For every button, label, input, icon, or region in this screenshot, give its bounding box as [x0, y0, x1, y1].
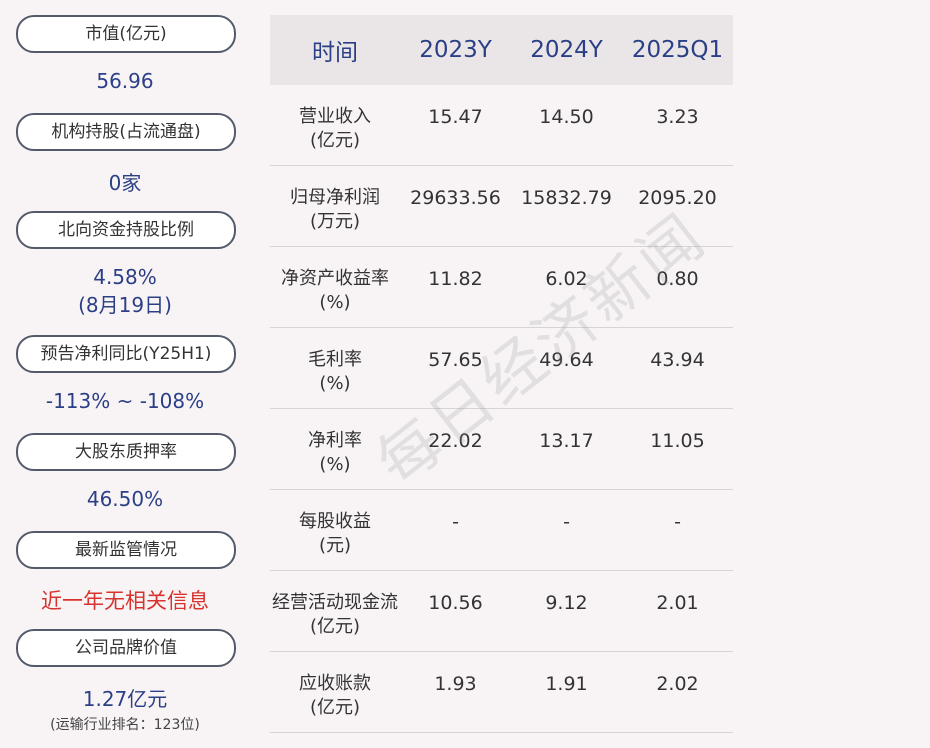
row-label-name: 每股收益 [299, 511, 371, 532]
row-label-name: 归母净利润 [290, 187, 380, 208]
row-label-name: 毛利率 [308, 349, 362, 370]
table-cell: - [674, 511, 681, 533]
row-label-name: 净资产收益率 [281, 268, 389, 289]
table-cell: 1.91 [545, 673, 588, 695]
table-cell: - [563, 511, 570, 533]
table-cell: 10.56 [428, 592, 483, 614]
brand-rank-note: (运输行业排名：123位) [50, 717, 200, 733]
table-cell: 11.05 [650, 430, 705, 452]
brand-value: 1.27亿元 (运输行业排名：123位) [0, 683, 250, 734]
row-label-unit: (万元) [309, 211, 361, 232]
regulation-label: 最新监管情况 [16, 531, 236, 569]
row-label-name: 经营活动现金流 [272, 592, 398, 613]
table-cell: 3.23 [656, 106, 699, 128]
header-2025q1: 2025Q1 [631, 37, 724, 63]
regulation-value: 近一年无相关信息 [41, 589, 209, 613]
row-label-unit: (%) [319, 454, 351, 475]
row-label: 毛利率 (%) [270, 328, 400, 396]
table-row: 应收账款 (亿元) 1.93 1.91 2.02 [270, 652, 733, 733]
table-cell: 2.01 [656, 592, 699, 614]
row-label: 经营活动现金流 (亿元) [270, 571, 400, 639]
table-cell: 43.94 [650, 349, 705, 371]
table-cell: 2.02 [656, 673, 699, 695]
row-label-unit: (亿元) [309, 616, 361, 637]
row-label-name: 应收账款 [299, 673, 371, 694]
row-label-unit: (%) [319, 292, 351, 313]
table-cell: 15832.79 [521, 187, 612, 209]
table-cell: 15.47 [428, 106, 483, 128]
table-cell: 11.82 [428, 268, 483, 290]
brand-value-amount: 1.27亿元 [82, 687, 168, 711]
row-label-unit: (亿元) [309, 697, 361, 718]
table-row: 营业收入 (亿元) 15.47 14.50 3.23 [270, 85, 733, 166]
row-label: 每股收益 (元) [270, 490, 400, 558]
market-cap-value: 56.96 [96, 69, 154, 93]
northbound-value: 4.58% (8月19日) [0, 265, 250, 318]
row-label: 净资产收益率 (%) [270, 247, 400, 315]
table-cell: 13.17 [539, 430, 594, 452]
row-label: 归母净利润 (万元) [270, 166, 400, 234]
row-label-unit: (亿元) [309, 130, 361, 151]
header-2024y: 2024Y [530, 37, 603, 63]
northbound-label: 北向资金持股比例 [16, 211, 236, 249]
table-cell: 1.93 [434, 673, 477, 695]
pledge-rate-label: 大股东质押率 [16, 433, 236, 471]
table-header: 时间 2023Y 2024Y 2025Q1 [270, 15, 733, 85]
institution-holding-label: 机构持股(占流通盘) [16, 113, 236, 151]
table-cell: 14.50 [539, 106, 594, 128]
brand-value-label: 公司品牌价值 [16, 629, 236, 667]
table-row: 每股收益 (元) - - - [270, 490, 733, 571]
pledge-rate-value: 46.50% [86, 487, 164, 511]
table-cell: 29633.56 [410, 187, 501, 209]
row-label-unit: (元) [318, 535, 352, 556]
institution-holding-value: 0家 [108, 171, 142, 195]
header-2023y: 2023Y [419, 37, 492, 63]
table-cell: 9.12 [545, 592, 588, 614]
row-label: 应收账款 (亿元) [270, 652, 400, 720]
table-row: 经营活动现金流 (亿元) 10.56 9.12 2.01 [270, 571, 733, 652]
header-time: 时间 [312, 40, 358, 66]
row-label: 营业收入 (亿元) [270, 85, 400, 153]
row-label-name: 净利率 [308, 430, 362, 451]
northbound-percent: 4.58% [93, 265, 157, 289]
profit-forecast-label: 预告净利同比(Y25H1) [16, 335, 236, 373]
row-label-name: 营业收入 [299, 106, 371, 127]
profit-forecast-value: -113% ~ -108% [45, 389, 205, 413]
market-cap-label: 市值(亿元) [16, 15, 236, 53]
row-label-unit: (%) [319, 373, 351, 394]
northbound-date: (8月19日) [78, 293, 172, 317]
